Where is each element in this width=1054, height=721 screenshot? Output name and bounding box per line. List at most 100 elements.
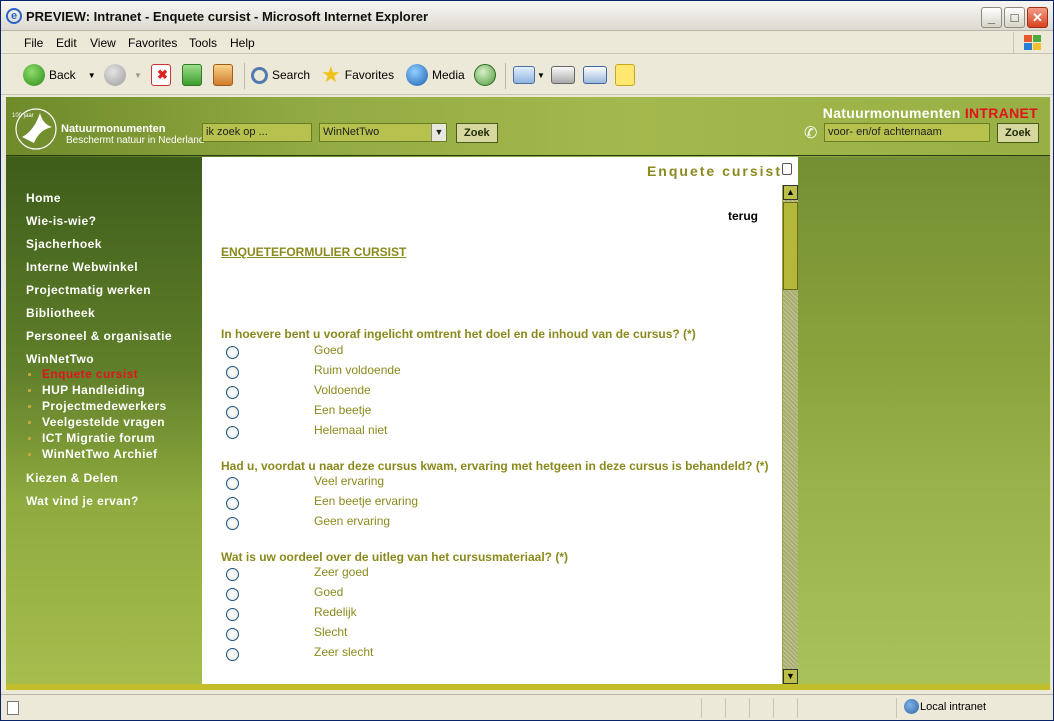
edit-button[interactable] [583, 61, 607, 89]
radio-button[interactable] [226, 386, 239, 399]
title-bar[interactable]: e PREVIEW: Intranet - Enquete cursist - … [1, 1, 1053, 31]
bird-logo-icon[interactable]: 100 jaar [12, 103, 60, 151]
nav-sub-archief[interactable]: WinNetTwo Archief [26, 448, 172, 471]
nav-sjacherhoek[interactable]: Sjacherhoek [26, 237, 172, 260]
back-button[interactable]: Back ▼ [23, 61, 96, 89]
brand-suffix: INTRANET [964, 105, 1038, 121]
search-button[interactable]: Search [251, 61, 310, 89]
option-label: Voldoende [314, 383, 371, 397]
radio-button[interactable] [226, 426, 239, 439]
form-title: ENQUETEFORMULIER CURSIST [221, 245, 407, 259]
nav-kiezen[interactable]: Kiezen & Delen [26, 471, 172, 494]
nav-wie-is-wie[interactable]: Wie-is-wie? [26, 214, 172, 237]
discuss-button[interactable] [615, 61, 635, 89]
radio-button[interactable] [226, 517, 239, 530]
scroll-up-icon[interactable]: ▲ [783, 185, 798, 200]
minimize-button[interactable]: _ [981, 7, 1002, 28]
history-button[interactable] [474, 61, 500, 89]
maximize-button[interactable]: □ [1004, 7, 1025, 28]
radio-button[interactable] [226, 477, 239, 490]
right-background [798, 157, 1050, 690]
nav-webwinkel[interactable]: Interne Webwinkel [26, 260, 172, 283]
vertical-scrollbar[interactable]: ▲ ▼ [782, 185, 798, 684]
radio-button[interactable] [226, 366, 239, 379]
nav-sub-projectmedewerkers[interactable]: Projectmedewerkers [26, 400, 172, 416]
menu-help[interactable]: Help [230, 36, 255, 50]
nav-sub-ict[interactable]: ICT Migratie forum [26, 432, 172, 448]
option-label: Helemaal niet [314, 423, 388, 437]
star-icon: ★ [321, 62, 341, 87]
chevron-down-icon[interactable]: ▼ [431, 124, 446, 141]
nav-feedback[interactable]: Wat vind je ervan? [26, 494, 172, 517]
back-arrow-icon [23, 64, 45, 86]
radio-button[interactable] [226, 648, 239, 661]
radio-button[interactable] [226, 568, 239, 581]
nav-projectmatig[interactable]: Projectmatig werken [26, 283, 172, 306]
search-input[interactable]: ik zoek op ... [202, 123, 312, 142]
forward-button[interactable]: ▼ [104, 61, 142, 89]
site-select[interactable]: WinNetTwo ▼ [319, 123, 447, 142]
media-label: Media [432, 68, 465, 82]
nav-bibliotheek[interactable]: Bibliotheek [26, 306, 172, 329]
mail-button[interactable]: ▼ [513, 61, 545, 89]
lock-icon [782, 163, 792, 175]
refresh-button[interactable] [182, 61, 202, 89]
stop-button[interactable]: ✖ [151, 61, 171, 89]
question-3: Wat is uw oordeel over de uitleg van het… [221, 550, 568, 564]
nav-sub-hup[interactable]: HUP Handleiding [26, 384, 172, 400]
back-label: Back [49, 68, 76, 82]
site-select-value: WinNetTwo [323, 126, 380, 138]
side-nav: Home Wie-is-wie? Sjacherhoek Interne Web… [26, 191, 172, 517]
print-button[interactable] [551, 61, 575, 89]
favorites-label: Favorites [344, 68, 395, 82]
nav-sub-faq[interactable]: Veelgestelde vragen [26, 416, 172, 432]
forward-arrow-icon [104, 64, 126, 86]
site-header: 100 jaar Natuurmonumenten Beschermt natu… [6, 97, 1050, 156]
home-icon [213, 64, 233, 86]
radio-button[interactable] [226, 588, 239, 601]
menu-file[interactable]: File [24, 36, 43, 50]
radio-button[interactable] [226, 346, 239, 359]
home-button[interactable] [213, 61, 233, 89]
name-search-button[interactable]: Zoek [997, 123, 1039, 143]
favorites-button[interactable]: ★ Favorites [321, 61, 394, 89]
close-button[interactable]: ✕ [1027, 7, 1048, 28]
option-label: Veel ervaring [314, 474, 385, 488]
menu-view[interactable]: View [90, 36, 116, 50]
stop-icon: ✖ [151, 64, 171, 86]
search-submit-button[interactable]: Zoek [456, 123, 498, 143]
menu-edit[interactable]: Edit [56, 36, 77, 50]
nav-sub-enquete[interactable]: Enquete cursist [26, 368, 172, 384]
question-1: In hoevere bent u vooraf ingelicht omtre… [221, 327, 696, 341]
scroll-thumb[interactable] [783, 202, 798, 290]
name-search-input[interactable]: voor- en/of achternaam [824, 123, 990, 142]
radio-button[interactable] [226, 608, 239, 621]
print-icon [551, 66, 575, 84]
brand-title: Natuurmonumenten INTRANET [823, 105, 1038, 121]
back-link[interactable]: terug [728, 209, 758, 223]
option-label: Een beetje [314, 403, 372, 417]
svg-text:100 jaar: 100 jaar [12, 113, 34, 119]
nav-home[interactable]: Home [26, 191, 172, 214]
refresh-icon [182, 64, 202, 86]
nav-winnettwo[interactable]: WinNetTwo [26, 352, 172, 368]
media-icon [406, 64, 428, 86]
search-icon [251, 66, 268, 84]
page-content: 100 jaar Natuurmonumenten Beschermt natu… [6, 97, 1050, 690]
option-label: Redelijk [314, 605, 357, 619]
menu-favorites[interactable]: Favorites [128, 36, 177, 50]
media-button[interactable]: Media [406, 61, 465, 89]
nav-personeel[interactable]: Personeel & organisatie [26, 329, 172, 352]
menu-tools[interactable]: Tools [189, 36, 217, 50]
radio-button[interactable] [226, 497, 239, 510]
mail-dropdown-icon[interactable]: ▼ [537, 71, 545, 80]
radio-button[interactable] [226, 628, 239, 641]
status-bar: Local intranet [1, 694, 1053, 720]
scroll-down-icon[interactable]: ▼ [783, 669, 798, 684]
radio-button[interactable] [226, 406, 239, 419]
phone-icon: ✆ [804, 125, 818, 142]
back-dropdown-icon[interactable]: ▼ [88, 71, 96, 80]
page-title: Enquete cursist [646, 163, 782, 179]
option-label: Slecht [314, 625, 348, 639]
option-label: Zeer slecht [314, 645, 374, 659]
